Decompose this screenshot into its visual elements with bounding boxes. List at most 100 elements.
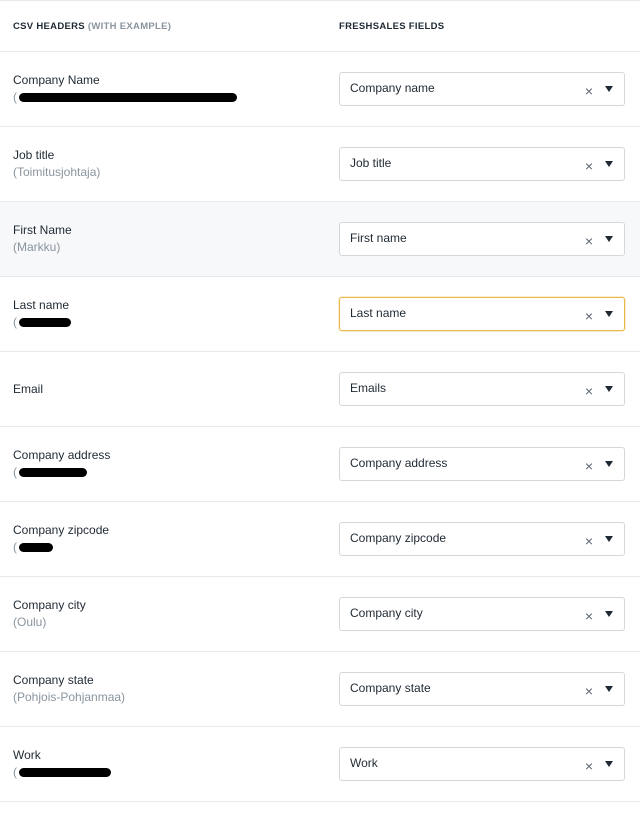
csv-example-value: (Oulu): [13, 614, 339, 631]
caret-down-icon[interactable]: [605, 86, 613, 92]
close-icon[interactable]: ×: [581, 83, 597, 99]
csv-header-label: Email: [13, 381, 44, 396]
freshsales-field-select[interactable]: Company address ×: [339, 447, 625, 481]
redacted-value: [19, 318, 71, 328]
csv-header-label: Job title: [13, 148, 55, 162]
csv-header-label: Work: [13, 748, 41, 762]
caret-down-icon[interactable]: [605, 611, 613, 617]
csv-example-value: (Toimitusjohtaja): [13, 164, 339, 181]
csv-example-text: (: [13, 540, 17, 554]
table-row: Job title (Toimitusjohtaja) Job title ×: [0, 127, 640, 202]
csv-header-cell: Last name (: [0, 297, 339, 331]
caret-down-icon[interactable]: [605, 536, 613, 542]
table-row: First Name (Markku) First name ×: [0, 202, 640, 277]
redacted-value: [19, 543, 53, 553]
close-icon[interactable]: ×: [581, 458, 597, 474]
csv-headers-title: CSV HEADERS: [13, 20, 85, 32]
table-row: Company city (Oulu) Company city ×: [0, 577, 640, 652]
csv-example-text: (Markku): [13, 240, 61, 254]
freshsales-field-select[interactable]: Company city ×: [339, 597, 625, 631]
csv-example-value: (: [13, 539, 339, 556]
freshsales-field-select[interactable]: Job title ×: [339, 147, 625, 181]
table-row: Email Emails ×: [0, 352, 640, 427]
caret-down-icon[interactable]: [605, 386, 613, 392]
csv-header-label: Company Name: [13, 73, 100, 87]
table-row: Company Name ( Company name ×: [0, 52, 640, 127]
csv-header-cell: Company zipcode (: [0, 522, 339, 556]
csv-headers-column-title: CSV HEADERS (WITH EXAMPLE): [0, 21, 339, 32]
csv-header-label: Company zipcode: [13, 523, 110, 537]
freshsales-field-select[interactable]: First name ×: [339, 222, 625, 256]
caret-down-icon[interactable]: [605, 461, 613, 467]
csv-example-text: (Pohjois-Pohjanmaa): [13, 690, 126, 704]
selected-field-value: Company city: [350, 606, 423, 620]
csv-example-value: (: [13, 764, 339, 781]
table-row: Company state (Pohjois-Pohjanmaa) Company …: [0, 652, 640, 727]
close-icon[interactable]: ×: [581, 383, 597, 399]
freshsales-field-select[interactable]: Work ×: [339, 747, 625, 781]
csv-example-value: (: [13, 89, 339, 106]
caret-down-icon[interactable]: [605, 236, 613, 242]
csv-example-value: (: [13, 314, 339, 331]
csv-example-text: (: [13, 90, 17, 104]
redacted-value: [19, 768, 111, 778]
csv-header-label: Company city: [13, 598, 86, 612]
selected-field-value: Company name: [350, 81, 435, 95]
csv-header-label: Company state: [13, 673, 94, 687]
with-example-title: (WITH EXAMPLE): [87, 20, 172, 32]
csv-header-label: Company address: [13, 448, 111, 462]
csv-example-value: (: [13, 464, 339, 481]
csv-example-text: (Toimitusjohtaja): [13, 165, 101, 179]
selected-field-value: Company state: [350, 681, 431, 695]
close-icon[interactable]: ×: [581, 308, 597, 324]
redacted-value: [19, 93, 237, 103]
csv-example-value: (Pohjois-Pohjanmaa): [13, 689, 339, 706]
csv-header-cell: Work (: [0, 747, 339, 781]
table-row: Company address ( Company address ×: [0, 427, 640, 502]
csv-header-cell: Company state (Pohjois-Pohjanmaa): [0, 672, 339, 706]
close-icon[interactable]: ×: [581, 233, 597, 249]
csv-header-cell: Job title (Toimitusjohtaja): [0, 147, 339, 181]
freshsales-field-select[interactable]: Company name ×: [339, 72, 625, 106]
csv-example-text: (: [13, 315, 17, 329]
csv-header-cell: Company Name (: [0, 72, 339, 106]
csv-header-label: First Name: [13, 223, 72, 237]
mapping-rows: Company Name ( Company name × Job title (Toim…: [0, 52, 640, 802]
close-icon[interactable]: ×: [581, 158, 597, 174]
selected-field-value: Job title: [350, 156, 392, 170]
selected-field-value: Emails: [350, 381, 387, 395]
redacted-value: [19, 468, 87, 478]
close-icon[interactable]: ×: [581, 758, 597, 774]
close-icon[interactable]: ×: [581, 683, 597, 699]
close-icon[interactable]: ×: [581, 608, 597, 624]
csv-header-cell: First Name (Markku): [0, 222, 339, 256]
close-icon[interactable]: ×: [581, 533, 597, 549]
selected-field-value: Last name: [350, 306, 407, 320]
table-row: Work ( Work ×: [0, 727, 640, 802]
table-row: Last name ( Last name ×: [0, 277, 640, 352]
caret-down-icon[interactable]: [605, 311, 613, 317]
freshsales-field-select[interactable]: Company zipcode ×: [339, 522, 625, 556]
csv-example-text: (: [13, 465, 17, 479]
csv-header-label: Last name: [13, 298, 70, 312]
field-mapping-panel: CSV HEADERS (WITH EXAMPLE) FRESHSALES FI…: [0, 0, 640, 813]
csv-example-text: (: [13, 765, 17, 779]
freshsales-field-select[interactable]: Company state ×: [339, 672, 625, 706]
table-row: Company zipcode ( Company zipcode ×: [0, 502, 640, 577]
selected-field-value: Work: [350, 756, 378, 770]
selected-field-value: Company address: [350, 456, 448, 470]
table-header: CSV HEADERS (WITH EXAMPLE) FRESHSALES FI…: [0, 1, 640, 52]
csv-header-cell: Company address (: [0, 447, 339, 481]
selected-field-value: First name: [350, 231, 407, 245]
caret-down-icon[interactable]: [605, 761, 613, 767]
csv-header-cell: Company city (Oulu): [0, 597, 339, 631]
caret-down-icon[interactable]: [605, 686, 613, 692]
freshsales-field-select[interactable]: Emails ×: [339, 372, 625, 406]
csv-header-cell: Email: [0, 381, 339, 398]
freshsales-fields-column-title: FRESHSALES FIELDS: [339, 20, 445, 32]
csv-example-value: (Markku): [13, 239, 339, 256]
caret-down-icon[interactable]: [605, 161, 613, 167]
csv-example-text: (Oulu): [13, 615, 47, 629]
selected-field-value: Company zipcode: [350, 531, 447, 545]
freshsales-field-select[interactable]: Last name ×: [339, 297, 625, 331]
